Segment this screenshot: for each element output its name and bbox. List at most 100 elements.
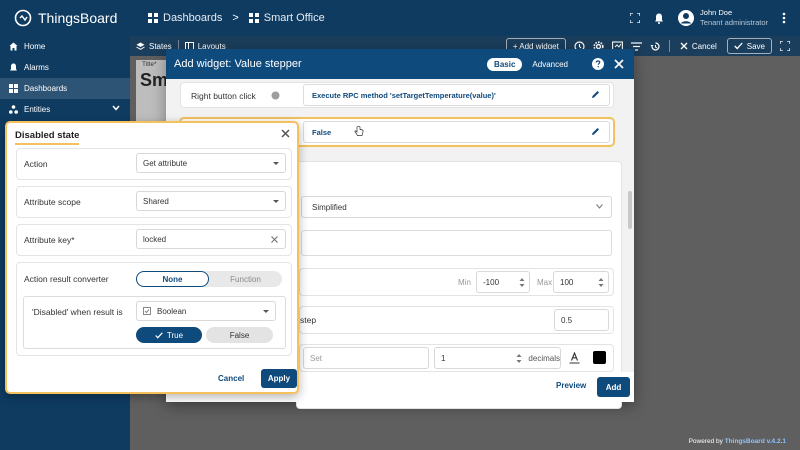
breadcrumb-current: Smart Office	[248, 12, 325, 24]
app-logo[interactable]: ThingsBoard	[0, 9, 130, 27]
converter-function-option[interactable]: Function	[209, 271, 282, 287]
user-menu[interactable]: John Doe Tenant administrator	[678, 8, 768, 28]
mode-advanced-toggle[interactable]: Advanced	[532, 60, 568, 69]
disabled-state-value: False	[312, 128, 332, 137]
action-select[interactable]: Get attribute	[136, 153, 286, 173]
top-bar: ThingsBoard Dashboards > Smart Office Jo…	[0, 0, 800, 36]
powered-brand[interactable]: ThingsBoard v.4.2.1	[725, 438, 786, 445]
set-input[interactable]: Set	[303, 347, 429, 369]
add-label: Add	[605, 382, 622, 392]
alarm-icon	[9, 63, 18, 72]
page-title-label: Title*	[142, 61, 157, 68]
false-option[interactable]: False	[206, 327, 273, 343]
stepper-arrows-icon[interactable]	[516, 353, 522, 364]
clear-icon[interactable]	[271, 236, 278, 243]
layout-select-value: Simplified	[312, 202, 347, 212]
true-option[interactable]: True	[136, 327, 202, 343]
edit-icon[interactable]	[591, 127, 600, 136]
restore-icon[interactable]	[650, 41, 661, 52]
sidebar-item-alarms[interactable]: Alarms	[0, 57, 130, 78]
right-button-click-help-icon	[271, 91, 280, 100]
edit-icon[interactable]	[591, 90, 600, 99]
result-converter-toggle: None Function	[136, 271, 282, 287]
min-value: -100	[483, 277, 500, 287]
chevron-down-icon	[596, 204, 603, 209]
dialog-header: Add widget: Value stepper Basic Advanced	[166, 49, 634, 79]
attribute-key-input[interactable]: locked	[136, 229, 286, 249]
apply-button[interactable]: Apply	[261, 369, 297, 388]
layers-icon	[136, 42, 145, 51]
page-title: Sm	[140, 70, 169, 90]
step-value: 0.5	[561, 315, 573, 325]
true-label: True	[166, 330, 184, 340]
dropdown-caret-icon	[273, 162, 279, 165]
attribute-key-value: locked	[143, 234, 167, 244]
breadcrumb-dashboards-label: Dashboards	[163, 12, 223, 24]
cancel-label: Cancel	[691, 41, 717, 51]
false-label: False	[229, 330, 250, 340]
toolbar-divider	[668, 40, 670, 52]
layout-select[interactable]: Simplified	[301, 196, 612, 218]
breadcrumb-current-label: Smart Office	[263, 12, 325, 24]
help-icon[interactable]	[592, 58, 604, 70]
powered-by: Powered by ThingsBoard v.4.2.1	[689, 438, 786, 445]
sidebar-item-entities[interactable]: Entities	[0, 99, 130, 120]
max-label: Max	[537, 278, 553, 287]
sidebar-item-dashboards[interactable]: Dashboards	[0, 78, 130, 99]
set-placeholder: Set	[310, 353, 323, 363]
thingsboard-logo-icon	[14, 9, 32, 27]
dropdown-caret-icon	[263, 310, 269, 313]
text-color-swatch[interactable]	[593, 351, 606, 364]
right-button-click-value: Execute RPC method 'setTargetTemperature…	[312, 91, 496, 100]
save-button[interactable]: Save	[726, 38, 772, 54]
decimals-label: decimals	[528, 354, 560, 363]
attribute-scope-select[interactable]: Shared	[136, 191, 286, 211]
disabled-state-field[interactable]	[303, 121, 610, 143]
breadcrumb-separator-icon: >	[232, 12, 239, 24]
converter-none-option[interactable]: None	[136, 271, 209, 287]
converter-function-label: Function	[230, 274, 261, 284]
fullscreen-exit-icon[interactable]	[780, 41, 790, 51]
save-label: Save	[746, 41, 765, 51]
add-button[interactable]: Add	[597, 377, 630, 397]
preview-button[interactable]: Preview	[556, 381, 586, 390]
cancel-button[interactable]: Cancel	[218, 374, 244, 383]
dashboards-icon	[148, 13, 158, 23]
action-label: Action	[24, 159, 48, 169]
stepper-arrows-icon[interactable]	[519, 277, 525, 288]
cancel-edit-button[interactable]: Cancel	[678, 42, 719, 51]
min-input[interactable]: -100	[476, 271, 530, 293]
close-icon[interactable]	[281, 129, 290, 138]
avatar	[678, 10, 695, 26]
attribute-key-label: Attribute key*	[24, 235, 75, 245]
dashboard-icon	[248, 13, 259, 23]
max-value: 100	[560, 277, 574, 287]
chevron-down-icon	[112, 105, 120, 111]
step-label: step	[300, 315, 317, 325]
user-role: Tenant administrator	[700, 18, 768, 27]
attribute-scope-label: Attribute scope	[24, 197, 81, 207]
mode-basic-toggle[interactable]: Basic	[487, 57, 523, 71]
breadcrumb-dashboards[interactable]: Dashboards	[148, 12, 222, 24]
max-input[interactable]: 100	[553, 271, 609, 293]
fullscreen-icon[interactable]	[630, 13, 641, 23]
notifications-icon[interactable]	[654, 13, 664, 24]
min-label: Min	[458, 278, 471, 287]
more-vert-icon[interactable]	[782, 12, 786, 24]
disabled-state-panel: Disabled state Action Get attribute Attr…	[5, 121, 299, 394]
dialog-title: Add widget: Value stepper	[174, 58, 302, 70]
right-button-click-label: Right button click	[191, 91, 256, 101]
close-icon[interactable]	[614, 59, 624, 69]
close-icon	[680, 42, 688, 50]
decimals-input[interactable]: 1 decimals	[434, 347, 561, 369]
result-type-select[interactable]: Boolean	[136, 301, 276, 321]
label-field[interactable]	[301, 230, 612, 256]
apply-label: Apply	[267, 374, 291, 383]
sidebar-item-home[interactable]: Home	[0, 36, 130, 57]
step-input[interactable]: 0.5	[554, 309, 609, 331]
stepper-arrows-icon[interactable]	[598, 277, 604, 288]
result-converter-label: Action result converter	[24, 274, 109, 284]
text-format-icon[interactable]	[569, 352, 580, 364]
dropdown-caret-icon	[273, 200, 279, 203]
scrollbar[interactable]	[628, 191, 632, 229]
